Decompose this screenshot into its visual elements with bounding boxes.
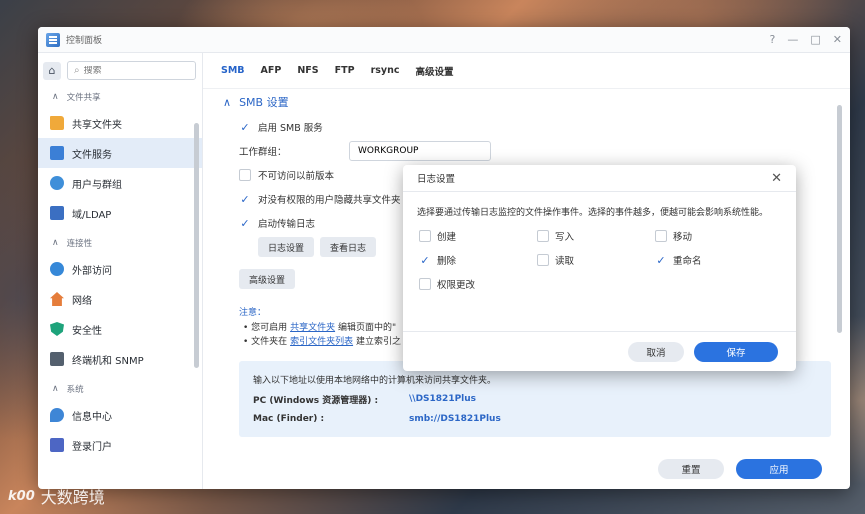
chevron-up-icon: ∧ (52, 238, 59, 248)
maximize-icon[interactable]: □ (810, 33, 820, 46)
search-input[interactable] (83, 65, 189, 76)
sidebar-scrollbar[interactable] (194, 123, 199, 368)
window-controls: ? — □ ✕ (770, 33, 842, 46)
option-rename[interactable]: ✓ 重命名 (655, 248, 773, 272)
cancel-button[interactable]: 取消 (628, 341, 684, 362)
dialog-title: 日志设置 (417, 174, 456, 185)
sidebar-item-info-center[interactable]: 信息中心 (38, 400, 202, 430)
pc-label: PC (Windows 资源管理器) : (253, 395, 379, 406)
terminal-icon (50, 352, 64, 366)
users-icon (50, 176, 64, 190)
tab-afp[interactable]: AFP (261, 65, 282, 76)
transfer-log-checkbox[interactable]: ✓ (239, 217, 251, 230)
login-portal-icon (50, 438, 64, 452)
shared-folder-link[interactable]: 共享文件夹 (290, 323, 335, 333)
access-info-box: 输入以下地址以使用本地网络中的计算机来访问共享文件夹。 PC (Windows … (239, 361, 831, 437)
tab-smb[interactable]: SMB (221, 65, 245, 76)
sidebar-item-file-services[interactable]: 文件服务 (38, 138, 202, 168)
reset-button[interactable]: 重置 (658, 459, 724, 479)
apply-button[interactable]: 应用 (736, 459, 822, 479)
permission-change-checkbox[interactable] (419, 278, 431, 290)
sidebar-item-domain[interactable]: 域/LDAP (38, 198, 202, 228)
control-panel-icon (46, 32, 60, 47)
sidebar-item-login-portal[interactable]: 登录门户 (38, 430, 202, 460)
minimize-icon[interactable]: — (787, 33, 798, 46)
enable-smb-row[interactable]: ✓ 启用 SMB 服务 (239, 115, 834, 139)
sidebar-item-external-access[interactable]: 外部访问 (38, 254, 202, 284)
shared-folder-icon (50, 116, 64, 130)
chevron-up-icon: ∧ (223, 95, 232, 109)
advanced-settings-button[interactable]: 高级设置 (239, 269, 296, 289)
save-button[interactable]: 保存 (694, 341, 778, 362)
chevron-up-icon: ∧ (52, 384, 59, 394)
domain-icon (50, 206, 64, 220)
watermark-logo: k00 (8, 488, 35, 504)
section-file-sharing[interactable]: ∧ 文件共享 (38, 86, 202, 108)
network-icon (50, 292, 64, 306)
title-bar: 控制面板 ? — □ ✕ (38, 27, 850, 53)
section-connectivity[interactable]: ∧ 连接性 (38, 232, 202, 254)
sidebar: ⌂ ⌕ ∧ 文件共享 共享文件夹 文件服务 用户与群组 (38, 53, 203, 489)
section-system[interactable]: ∧ 系统 (38, 378, 202, 400)
option-write[interactable]: 写入 (537, 224, 655, 248)
help-icon[interactable]: ? (770, 33, 776, 46)
dialog-title-bar: 日志设置 ✕ (403, 165, 796, 192)
watermark-text: 大数跨境 (40, 488, 105, 507)
access-info-intro: 输入以下地址以使用本地网络中的计算机来访问共享文件夹。 (253, 375, 497, 386)
workgroup-row: 工作群组： (239, 139, 834, 163)
option-delete[interactable]: ✓ 删除 (419, 248, 537, 272)
mac-label: Mac (Finder) : (253, 414, 325, 424)
index-folder-link[interactable]: 索引文件夹列表 (290, 337, 353, 347)
sidebar-item-users[interactable]: 用户与群组 (38, 168, 202, 198)
sidebar-item-security[interactable]: 安全性 (38, 314, 202, 344)
sidebar-item-shared-folder[interactable]: 共享文件夹 (38, 108, 202, 138)
write-checkbox[interactable] (537, 230, 549, 242)
sidebar-item-network[interactable]: 网络 (38, 284, 202, 314)
workgroup-input[interactable] (349, 141, 491, 161)
dialog-footer: 取消 保存 (403, 331, 796, 371)
window-title: 控制面板 (66, 36, 103, 46)
read-checkbox[interactable] (537, 254, 549, 266)
info-center-icon (50, 408, 64, 422)
close-icon[interactable]: ✕ (833, 33, 842, 46)
move-checkbox[interactable] (655, 230, 667, 242)
watermark: k00 大数跨境 (8, 484, 105, 508)
search-box[interactable]: ⌕ (67, 61, 196, 80)
prev-version-checkbox[interactable] (239, 169, 251, 181)
sidebar-item-terminal[interactable]: 终端机和 SNMP (38, 344, 202, 374)
footer-bar: 重置 应用 (203, 449, 850, 489)
rename-checkbox[interactable]: ✓ (655, 254, 667, 267)
content-scrollbar[interactable] (837, 105, 842, 333)
smb-section-header[interactable]: ∧ SMB 设置 (223, 89, 834, 115)
view-log-button[interactable]: 查看日志 (320, 237, 377, 257)
option-create[interactable]: 创建 (419, 224, 537, 248)
external-access-icon (50, 262, 64, 276)
dialog-description: 选择要通过传输日志监控的文件操作事件。选择的事件越多，便越可能会影响系统性能。 (417, 208, 769, 218)
option-permission-change[interactable]: 权限更改 (419, 272, 537, 296)
home-icon[interactable]: ⌂ (43, 61, 61, 80)
create-checkbox[interactable] (419, 230, 431, 242)
option-read[interactable]: 读取 (537, 248, 655, 272)
enable-smb-checkbox[interactable]: ✓ (239, 121, 251, 134)
hide-folders-checkbox[interactable]: ✓ (239, 193, 251, 206)
dialog-close-icon[interactable]: ✕ (771, 171, 782, 186)
mac-address: smb://DS1821Plus (409, 414, 501, 424)
tab-ftp[interactable]: FTP (335, 65, 355, 76)
pc-address: \\DS1821Plus (409, 394, 477, 404)
security-icon (50, 322, 64, 336)
tab-bar: SMB AFP NFS FTP rsync 高级设置 (203, 53, 850, 89)
file-services-icon (50, 146, 64, 160)
event-options: 创建 写入 移动 ✓ 删除 读取 ✓ 重命名 权限更改 (403, 224, 796, 296)
option-move[interactable]: 移动 (655, 224, 773, 248)
tab-nfs[interactable]: NFS (297, 65, 318, 76)
log-settings-button[interactable]: 日志设置 (258, 237, 315, 257)
search-icon: ⌕ (74, 65, 80, 76)
log-settings-dialog: 日志设置 ✕ 选择要通过传输日志监控的文件操作事件。选择的事件越多，便越可能会影… (403, 165, 796, 371)
chevron-up-icon: ∧ (52, 92, 59, 102)
delete-checkbox[interactable]: ✓ (419, 254, 431, 267)
tab-rsync[interactable]: rsync (371, 65, 400, 76)
tab-advanced[interactable]: 高级设置 (416, 64, 454, 78)
